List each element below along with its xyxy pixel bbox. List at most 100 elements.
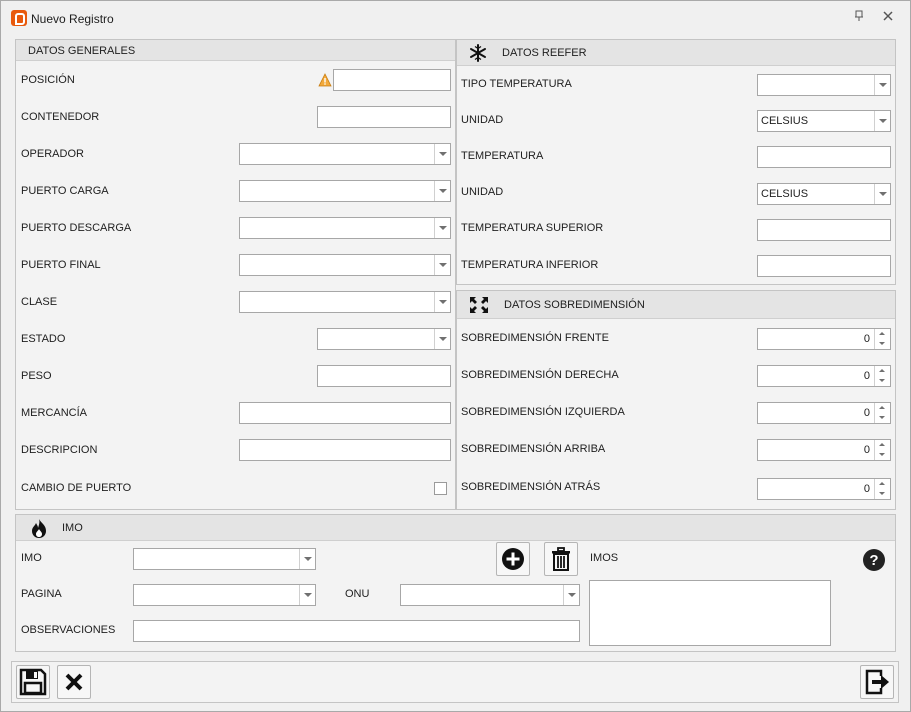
delete-imo-button[interactable] xyxy=(544,542,578,576)
chevron-down-icon[interactable] xyxy=(434,218,450,238)
pin-icon[interactable] xyxy=(852,10,866,24)
spinner-buttons[interactable] xyxy=(874,479,890,499)
label-puerto-descarga: PUERTO DESCARGA xyxy=(21,222,132,234)
exit-icon xyxy=(865,669,889,695)
up-arrow-icon[interactable] xyxy=(879,482,885,485)
sobre-frente-spinner[interactable]: 0 xyxy=(757,328,891,350)
label-unidad-2: UNIDAD xyxy=(461,186,504,198)
spinner-value: 0 xyxy=(863,444,870,456)
spinner-buttons[interactable] xyxy=(874,329,890,349)
spinner-buttons[interactable] xyxy=(874,366,890,386)
down-arrow-icon[interactable] xyxy=(879,416,885,419)
app-logo-icon xyxy=(11,10,27,26)
peso-input[interactable] xyxy=(317,365,451,387)
label-sobre-arriba: SOBREDIMENSIÓN ARRIBA xyxy=(461,443,606,455)
mercancia-input[interactable] xyxy=(239,402,451,424)
down-arrow-icon[interactable] xyxy=(879,492,885,495)
up-arrow-icon[interactable] xyxy=(879,332,885,335)
chevron-down-icon[interactable] xyxy=(434,144,450,164)
panel-header: DATOS GENERALES xyxy=(16,40,455,61)
panel-header: DATOS SOBREDIMENSIÓN xyxy=(457,291,895,319)
temperatura-input[interactable] xyxy=(757,146,891,168)
trash-icon xyxy=(552,547,570,571)
onu-select[interactable] xyxy=(400,584,580,606)
unidad-2-select[interactable]: CELSIUS xyxy=(757,183,891,205)
chevron-down-icon[interactable] xyxy=(299,549,315,569)
cambio-puerto-checkbox[interactable] xyxy=(434,482,447,495)
label-sobre-frente: SOBREDIMENSIÓN FRENTE xyxy=(461,332,609,344)
label-contenedor: CONTENEDOR xyxy=(21,111,100,123)
svg-text:?: ? xyxy=(869,552,878,569)
imo-select[interactable] xyxy=(133,548,316,570)
exit-button[interactable] xyxy=(860,665,894,699)
spinner-value: 0 xyxy=(863,370,870,382)
cancel-button[interactable] xyxy=(57,665,91,699)
chevron-down-icon[interactable] xyxy=(874,184,890,204)
label-temperatura: TEMPERATURA xyxy=(461,150,544,162)
label-tipo-temperatura: TIPO TEMPERATURA xyxy=(461,78,572,90)
spinner-buttons[interactable] xyxy=(874,403,890,423)
panel-header: DATOS REEFER xyxy=(457,40,895,66)
clase-select[interactable] xyxy=(239,291,451,313)
up-arrow-icon[interactable] xyxy=(879,369,885,372)
chevron-down-icon[interactable] xyxy=(563,585,579,605)
pagina-select[interactable] xyxy=(133,584,316,606)
tipo-temperatura-select[interactable] xyxy=(757,74,891,96)
up-arrow-icon[interactable] xyxy=(879,443,885,446)
observaciones-input[interactable] xyxy=(133,620,580,642)
operador-select[interactable] xyxy=(239,143,451,165)
unidad-1-select[interactable]: CELSIUS xyxy=(757,110,891,132)
panel-title: IMO xyxy=(62,522,83,534)
imos-list[interactable] xyxy=(589,580,831,646)
spinner-value: 0 xyxy=(863,483,870,495)
spinner-buttons[interactable] xyxy=(874,440,890,460)
selected-value: CELSIUS xyxy=(761,188,809,200)
chevron-down-icon[interactable] xyxy=(434,255,450,275)
spinner-value: 0 xyxy=(863,407,870,419)
label-puerto-carga: PUERTO CARGA xyxy=(21,185,109,197)
puerto-carga-select[interactable] xyxy=(239,180,451,202)
close-icon xyxy=(65,673,83,691)
chevron-down-icon[interactable] xyxy=(299,585,315,605)
label-cambio-puerto: CAMBIO DE PUERTO xyxy=(21,482,132,494)
save-button[interactable] xyxy=(16,665,50,699)
chevron-down-icon[interactable] xyxy=(434,292,450,312)
posicion-input[interactable] xyxy=(333,69,451,91)
down-arrow-icon[interactable] xyxy=(879,379,885,382)
down-arrow-icon[interactable] xyxy=(879,453,885,456)
chevron-down-icon[interactable] xyxy=(434,329,450,349)
label-sobre-derecha: SOBREDIMENSIÓN DERECHA xyxy=(461,369,619,381)
estado-select[interactable] xyxy=(317,328,451,350)
close-window-icon[interactable] xyxy=(881,10,895,24)
up-arrow-icon[interactable] xyxy=(879,406,885,409)
label-unidad-1: UNIDAD xyxy=(461,114,504,126)
plus-circle-icon xyxy=(502,548,524,570)
down-arrow-icon[interactable] xyxy=(879,342,885,345)
contenedor-input[interactable] xyxy=(317,106,451,128)
window: Nuevo Registro DATOS GENERALES POSICIÓN … xyxy=(0,0,911,712)
sobre-derecha-spinner[interactable]: 0 xyxy=(757,365,891,387)
panel-header: IMO xyxy=(16,515,895,541)
puerto-descarga-select[interactable] xyxy=(239,217,451,239)
chevron-down-icon[interactable] xyxy=(874,75,890,95)
window-title: Nuevo Registro xyxy=(31,12,114,26)
sobre-izquierda-spinner[interactable]: 0 xyxy=(757,402,891,424)
title-bar: Nuevo Registro xyxy=(1,1,910,33)
sobre-atras-spinner[interactable]: 0 xyxy=(757,478,891,500)
panel-datos-sobredimension: DATOS SOBREDIMENSIÓN xyxy=(456,290,896,510)
chevron-down-icon[interactable] xyxy=(434,181,450,201)
fire-icon xyxy=(28,517,50,542)
help-icon[interactable]: ? xyxy=(862,548,886,572)
temperatura-superior-input[interactable] xyxy=(757,219,891,241)
puerto-final-select[interactable] xyxy=(239,254,451,276)
descripcion-input[interactable] xyxy=(239,439,451,461)
chevron-down-icon[interactable] xyxy=(874,111,890,131)
label-sobre-atras: SOBREDIMENSIÓN ATRÁS xyxy=(461,481,601,493)
label-peso: PESO xyxy=(21,370,52,382)
sobre-arriba-spinner[interactable]: 0 xyxy=(757,439,891,461)
snowflake-icon xyxy=(469,44,487,65)
temperatura-inferior-input[interactable] xyxy=(757,255,891,277)
add-imo-button[interactable] xyxy=(496,542,530,576)
label-temperatura-superior: TEMPERATURA SUPERIOR xyxy=(461,222,604,234)
label-pagina: PAGINA xyxy=(21,588,62,600)
